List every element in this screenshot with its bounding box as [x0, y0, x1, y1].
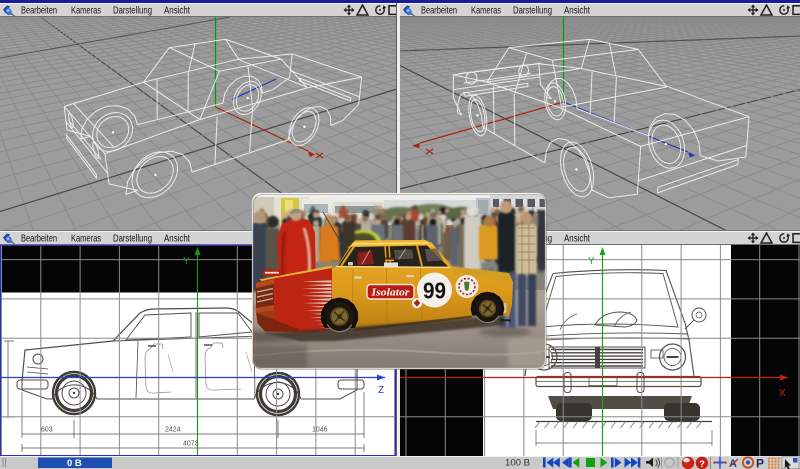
svg-text:Bearbeiten: Bearbeiten — [421, 6, 457, 17]
svg-text:Darstellung: Darstellung — [113, 6, 152, 17]
svg-text:Bearbeiten: Bearbeiten — [21, 6, 57, 17]
svg-text:Bearbeiten: Bearbeiten — [21, 234, 57, 245]
svg-text:1046: 1046 — [312, 427, 328, 434]
svg-text:4073: 4073 — [183, 441, 199, 448]
svg-text:Isolator: Isolator — [370, 288, 410, 299]
svg-text:X: X — [779, 388, 786, 399]
svg-text:2424: 2424 — [165, 427, 181, 434]
svg-text:Kameras: Kameras — [471, 6, 501, 17]
svg-text:Ansicht: Ansicht — [564, 6, 590, 17]
svg-text:Z: Z — [378, 385, 384, 396]
svg-text:?: ? — [699, 459, 705, 469]
svg-text:100 B: 100 B — [505, 458, 530, 469]
svg-text:Y: Y — [183, 256, 190, 267]
svg-text:603: 603 — [41, 427, 53, 434]
svg-text:Kameras: Kameras — [71, 234, 101, 245]
svg-text:Ansicht: Ansicht — [164, 234, 190, 245]
svg-text:Y: Y — [588, 256, 595, 267]
svg-text:Darstellung: Darstellung — [513, 6, 552, 17]
svg-text:P: P — [756, 457, 764, 469]
svg-text:0 B: 0 B — [67, 458, 82, 469]
svg-text:Ansicht: Ansicht — [564, 234, 590, 245]
svg-text:Ansicht: Ansicht — [164, 6, 190, 17]
svg-text:Darstellung: Darstellung — [113, 234, 152, 245]
svg-text:Kameras: Kameras — [71, 6, 101, 17]
svg-text:99: 99 — [423, 278, 446, 304]
